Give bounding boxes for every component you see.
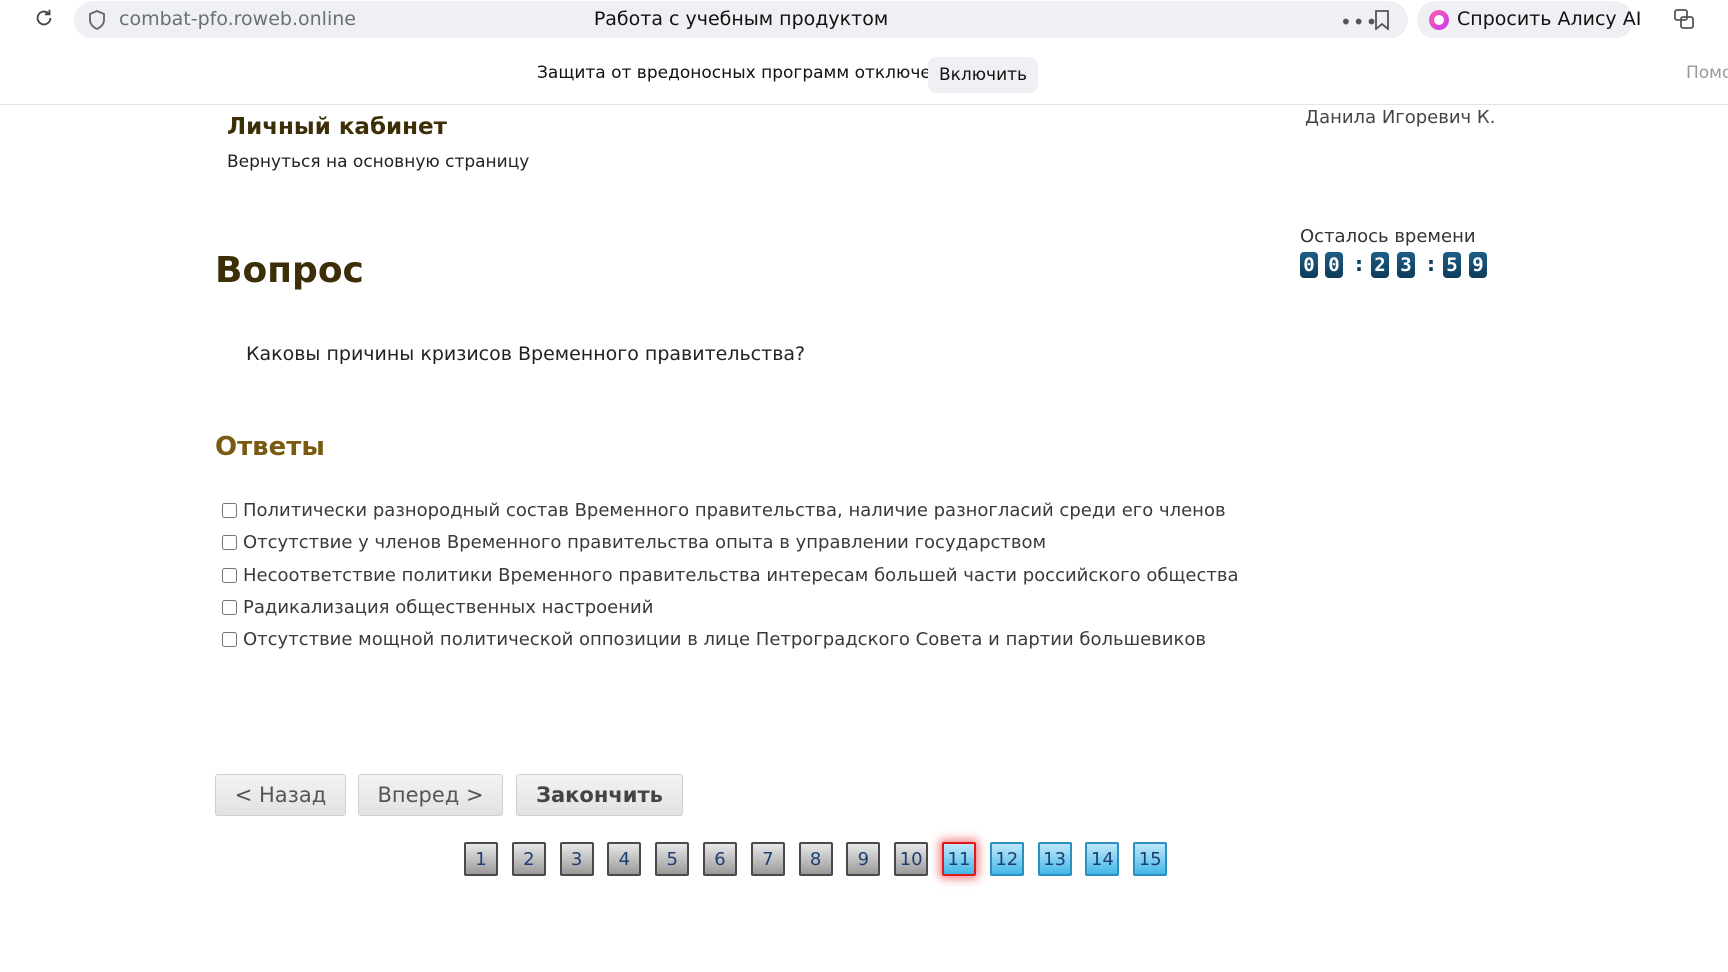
question-heading: Вопрос (215, 250, 364, 291)
answer-option[interactable]: Отсутствие у членов Временного правитель… (222, 532, 1046, 553)
page-button[interactable]: 9 (846, 842, 881, 876)
timer-digit: 9 (1469, 252, 1487, 278)
page-button[interactable]: 14 (1085, 842, 1120, 876)
timer-colon: : (1427, 252, 1435, 276)
notification-text: Защита от вредоносных программ отключена (537, 63, 953, 83)
security-notification-bar: Защита от вредоносных программ отключена… (0, 38, 1728, 105)
answer-option[interactable]: Отсутствие мощной политической оппозиции… (222, 629, 1206, 650)
back-button[interactable]: < Назад (215, 774, 346, 816)
forward-button[interactable]: Вперед > (358, 774, 503, 816)
page-button[interactable]: 1 (464, 842, 498, 876)
browser-toolbar: combat-pfo.roweb.online Работа с учебным… (0, 0, 1728, 39)
answer-checkbox[interactable] (222, 600, 237, 615)
answer-checkbox[interactable] (222, 632, 237, 647)
answer-option[interactable]: Радикализация общественных настроений (222, 597, 653, 618)
bookmark-icon[interactable] (1374, 10, 1390, 30)
page-button[interactable]: 15 (1133, 842, 1168, 876)
cabinet-title[interactable]: Личный кабинет (227, 114, 447, 140)
page-button[interactable]: 7 (750, 842, 785, 876)
enable-protection-button[interactable]: Включить (928, 57, 1038, 93)
timer-digit: 0 (1325, 252, 1343, 278)
answers-heading: Ответы (215, 432, 325, 462)
answer-label: Политически разнородный состав Временног… (243, 500, 1226, 521)
timer-colon: : (1355, 252, 1363, 276)
answer-checkbox[interactable] (222, 503, 237, 518)
back-to-main-link[interactable]: Вернуться на основную страницу (227, 152, 529, 172)
page-button[interactable]: 13 (1037, 842, 1072, 876)
page-button[interactable]: 4 (607, 842, 642, 876)
ask-alice-button[interactable]: Спросить Алису AI (1417, 1, 1641, 39)
page-title: Работа с учебным продуктом (593, 8, 889, 30)
page-button-current[interactable]: 11 (942, 842, 976, 876)
answer-checkbox[interactable] (222, 535, 237, 550)
page-button[interactable]: 8 (798, 842, 833, 876)
finish-button[interactable]: Закончить (516, 774, 683, 816)
address-bar[interactable]: combat-pfo.roweb.online Работа с учебным… (74, 1, 1408, 39)
answer-checkbox[interactable] (222, 568, 237, 583)
user-name: Данила Игоревич К. (1305, 107, 1496, 128)
timer-digit: 3 (1397, 252, 1415, 278)
page-button[interactable]: 2 (511, 842, 546, 876)
page-button[interactable]: 5 (655, 842, 690, 876)
timer-digit: 5 (1443, 252, 1461, 278)
ask-alice-label: Спросить Алису AI (1457, 8, 1642, 30)
page-button[interactable]: 3 (559, 842, 594, 876)
answer-option[interactable]: Несоответствие политики Временного прави… (222, 565, 1239, 586)
answer-option[interactable]: Политически разнородный состав Временног… (222, 500, 1226, 521)
answer-label: Отсутствие мощной политической оппозиции… (243, 629, 1206, 650)
timer-digit: 2 (1371, 252, 1389, 278)
page-button[interactable]: 12 (989, 842, 1024, 876)
reload-icon[interactable] (33, 7, 55, 29)
answer-label: Несоответствие политики Временного прави… (243, 565, 1239, 586)
help-link[interactable]: Помо (1686, 63, 1728, 83)
timer-digit: 0 (1300, 252, 1318, 278)
more-options-icon[interactable]: ••• (1340, 10, 1378, 34)
timer-label: Осталось времени (1300, 226, 1476, 247)
answer-label: Радикализация общественных настроений (243, 597, 654, 618)
page-button[interactable]: 10 (894, 842, 929, 876)
answer-label: Отсутствие у членов Временного правитель… (243, 532, 1047, 553)
question-text: Каковы причины кризисов Временного прави… (246, 343, 806, 365)
page-button[interactable]: 6 (703, 842, 737, 876)
alice-icon (1429, 10, 1449, 30)
extensions-icon[interactable] (1672, 7, 1696, 31)
